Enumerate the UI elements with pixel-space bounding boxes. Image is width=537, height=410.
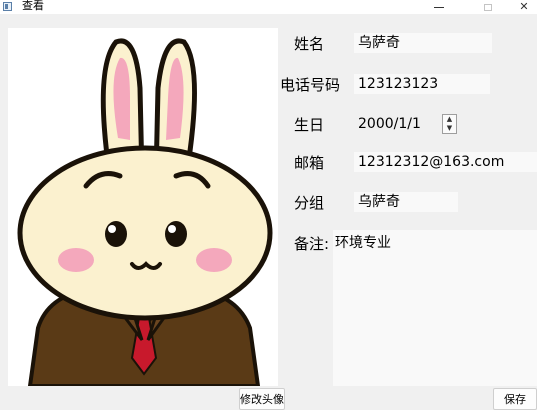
date-spinner[interactable]: ▲ ▼ (442, 114, 457, 134)
maximize-icon (484, 3, 492, 11)
minimize-button[interactable] (421, 0, 457, 14)
group-label: 分组 (294, 194, 325, 212)
phone-field[interactable]: 123123123 (354, 74, 490, 94)
spin-down-icon[interactable]: ▼ (443, 124, 456, 133)
name-label: 姓名 (294, 35, 325, 53)
name-field[interactable]: 乌萨奇 (354, 33, 492, 53)
notes-textarea[interactable]: 环境专业 (333, 230, 537, 386)
email-label: 邮箱 (294, 154, 325, 172)
group-field[interactable]: 乌萨奇 (354, 192, 458, 212)
notes-label: 备注: (294, 235, 330, 253)
maximize-button[interactable] (470, 0, 506, 14)
app-icon (3, 2, 12, 11)
close-icon: ✕ (519, 0, 529, 13)
close-button[interactable]: ✕ (506, 0, 537, 14)
birthday-label: 生日 (294, 116, 325, 134)
email-field[interactable]: 12312312@163.com (354, 152, 537, 172)
phone-label: 电话号码 (280, 76, 341, 94)
spin-up-icon[interactable]: ▲ (443, 115, 456, 124)
title-bar: 查看 ✕ (0, 0, 537, 14)
rabbit-avatar-illustration (17, 38, 273, 386)
minimize-icon (434, 6, 444, 8)
avatar-image (8, 28, 278, 386)
save-button[interactable]: 保存 (493, 388, 537, 410)
window-title: 查看 (22, 0, 44, 12)
change-avatar-button[interactable]: 修改头像 (239, 388, 285, 410)
